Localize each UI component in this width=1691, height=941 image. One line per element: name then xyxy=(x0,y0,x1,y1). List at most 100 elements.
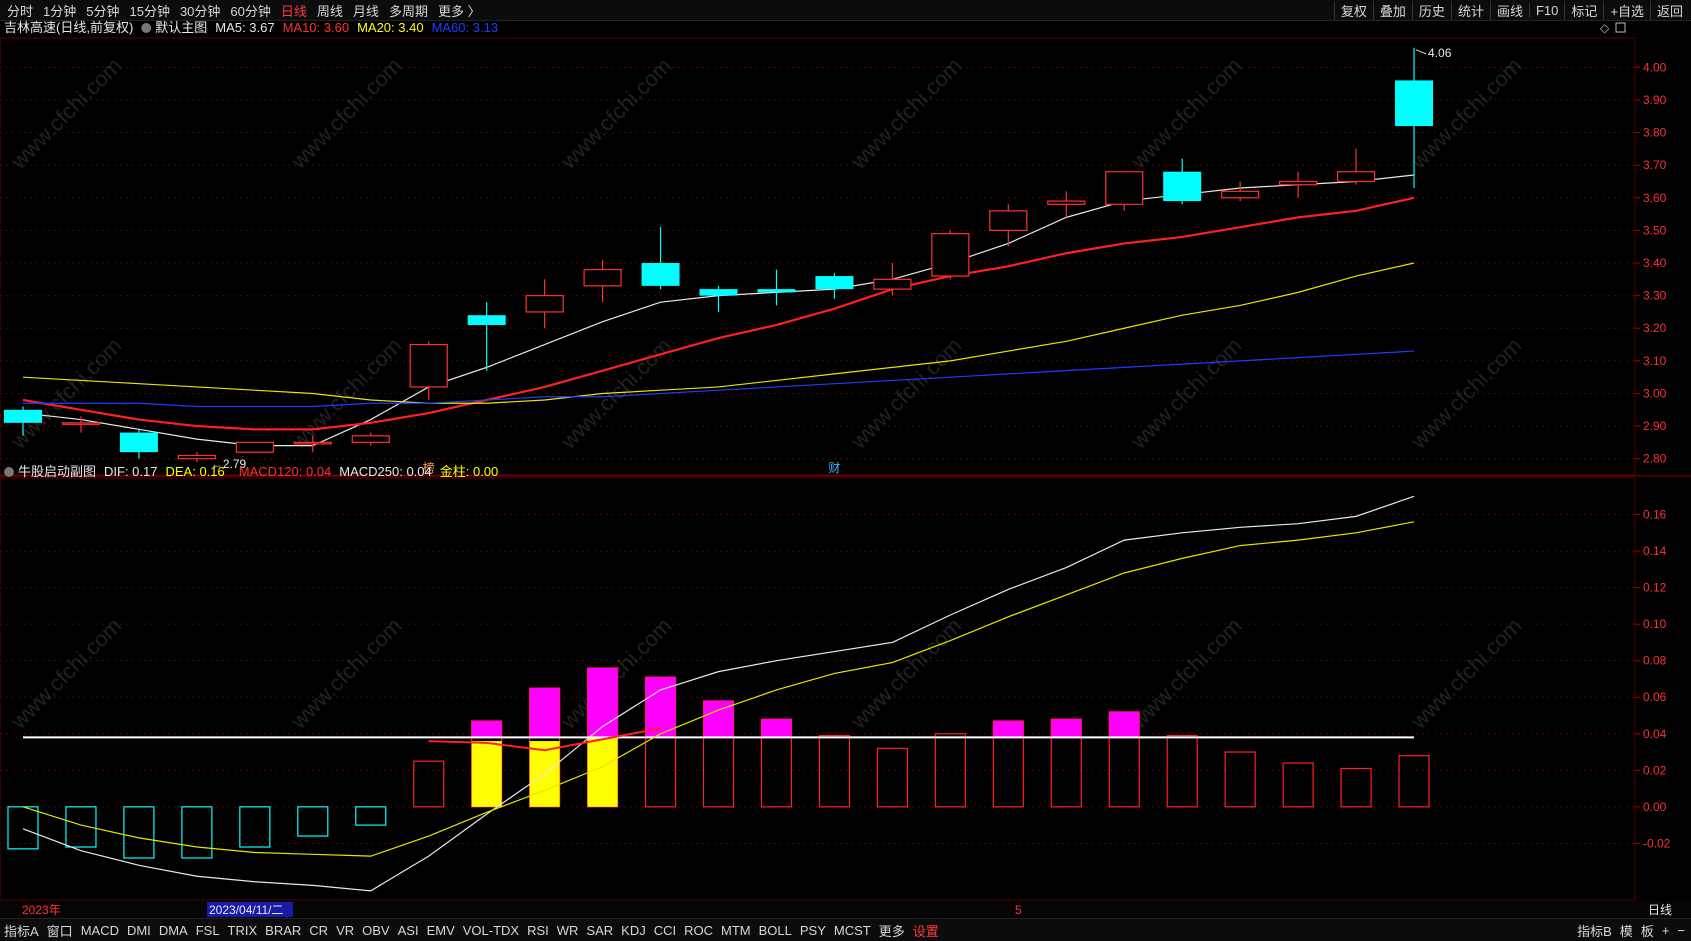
period-tab-10[interactable]: 更多 〉 xyxy=(433,1,486,20)
indicator-tab-20[interactable]: MTM xyxy=(717,923,755,938)
period-tab-2[interactable]: 5分钟 xyxy=(81,1,124,20)
indicator-tab-10[interactable]: OBV xyxy=(358,923,393,938)
period-tab-1[interactable]: 1分钟 xyxy=(38,1,81,20)
stock-chart[interactable]: 2.80 2.90 3.00 3.10 3.20 3.30 3.40 3.50 3.60 3.70… xyxy=(0,20,1691,918)
candle-body[interactable] xyxy=(293,441,332,445)
indicator-tab-24[interactable]: 更多 xyxy=(875,921,909,940)
indicator-tab-15[interactable]: WR xyxy=(553,923,583,938)
tool-button-8[interactable]: 返回 xyxy=(1649,0,1689,20)
candle-body[interactable] xyxy=(61,422,101,425)
sub-y-tick-label: 0.08 xyxy=(1643,654,1667,668)
period-tab-5[interactable]: 60分钟 xyxy=(225,1,275,20)
indicator-tab-18[interactable]: CCI xyxy=(650,923,680,938)
main-y-tick-label: 2.80 xyxy=(1643,452,1667,466)
indicator-tab-0[interactable]: 指标A xyxy=(0,921,43,940)
main-y-tick-label: 4.00 xyxy=(1643,60,1667,74)
candle-body[interactable] xyxy=(119,432,158,453)
candle-body[interactable] xyxy=(351,435,390,443)
tool-button-4[interactable]: 画线 xyxy=(1489,0,1529,20)
bottom-right-1[interactable]: 模 xyxy=(1616,921,1637,940)
macd-bar-magenta xyxy=(529,688,560,738)
period-tab-8[interactable]: 月线 xyxy=(348,1,384,20)
indicator-tab-3[interactable]: DMI xyxy=(123,923,155,938)
candle-body[interactable] xyxy=(409,343,448,388)
tool-button-1[interactable]: 叠加 xyxy=(1372,0,1412,20)
candle-body[interactable] xyxy=(931,233,970,277)
bottom-right-3[interactable]: + xyxy=(1658,923,1674,938)
candle-body[interactable] xyxy=(177,454,216,460)
candle-body[interactable] xyxy=(699,289,738,296)
indicator-tab-17[interactable]: KDJ xyxy=(617,923,650,938)
indicator-tab-23[interactable]: MCST xyxy=(830,923,875,938)
period-tab-3[interactable]: 15分钟 xyxy=(124,1,174,20)
indicator-tab-25[interactable]: 设置 xyxy=(909,921,943,940)
main-y-tick-label: 3.00 xyxy=(1643,386,1667,400)
candle-body[interactable] xyxy=(815,276,854,290)
candle-body[interactable] xyxy=(1105,171,1144,205)
candle-body[interactable] xyxy=(1163,171,1202,202)
indicator-tab-12[interactable]: EMV xyxy=(423,923,459,938)
period-tab-0[interactable]: 分时 xyxy=(2,1,38,20)
candle-body[interactable] xyxy=(467,315,506,325)
candle-body[interactable] xyxy=(4,409,42,423)
candle-body[interactable] xyxy=(1279,180,1318,186)
period-tab-6[interactable]: 日线 xyxy=(276,1,312,20)
sub-legend-item-2: MACD120: 0.04 xyxy=(239,464,332,479)
template-dropdown-icon[interactable] xyxy=(141,23,152,33)
period-tab-9[interactable]: 多周期 xyxy=(384,1,433,20)
x-axis-year-label: 2023年 xyxy=(22,903,61,917)
indicator-tab-9[interactable]: VR xyxy=(332,923,358,938)
candle-body[interactable] xyxy=(1336,171,1376,183)
indicator-tab-19[interactable]: ROC xyxy=(680,923,717,938)
candle-body[interactable] xyxy=(235,441,274,453)
indicator-tab-7[interactable]: BRAR xyxy=(261,923,305,938)
macd-bar xyxy=(1398,755,1430,808)
bottom-right-2[interactable]: 板 xyxy=(1637,921,1658,940)
indicator-tab-4[interactable]: DMA xyxy=(155,923,192,938)
period-tab-7[interactable]: 周线 xyxy=(312,1,348,20)
indicator-tab-1[interactable]: 窗口 xyxy=(43,921,77,940)
sub-dropdown-icon[interactable] xyxy=(4,467,14,477)
indicator-tab-16[interactable]: SAR xyxy=(582,923,617,938)
indicator-tab-14[interactable]: RSI xyxy=(523,923,553,938)
indicator-tab-2[interactable]: MACD xyxy=(77,923,123,938)
main-y-tick-label: 3.50 xyxy=(1643,223,1667,237)
indicator-tab-6[interactable]: TRIX xyxy=(224,923,262,938)
candle-body[interactable] xyxy=(757,289,796,293)
bottom-right-controls: 指标B 模板 + − xyxy=(1573,919,1689,941)
bottom-right-0[interactable]: 指标B xyxy=(1573,921,1616,940)
candle-body[interactable] xyxy=(873,278,912,290)
candle-body[interactable] xyxy=(989,210,1028,232)
candle-body[interactable] xyxy=(1047,200,1086,205)
watermark-text: www.cfchi.com xyxy=(285,613,406,734)
diamond-icon: ◇ xyxy=(1600,21,1610,35)
macd-bar xyxy=(1224,751,1256,808)
bottom-right-4[interactable]: − xyxy=(1673,923,1689,938)
tool-button-2[interactable]: 历史 xyxy=(1411,0,1451,20)
main-legend-item-3: MA60: 3.13 xyxy=(432,20,499,35)
tool-button-0[interactable]: 复权 xyxy=(1333,0,1373,20)
main-y-tick-label: 3.40 xyxy=(1643,256,1667,270)
watermark-text: www.cfchi.com xyxy=(5,53,126,174)
indicator-tab-8[interactable]: CR xyxy=(305,923,332,938)
tool-button-3[interactable]: 统计 xyxy=(1450,0,1490,20)
main-y-tick-label: 3.10 xyxy=(1643,354,1667,368)
tool-button-5[interactable]: F10 xyxy=(1528,2,1564,18)
indicator-tab-21[interactable]: BOLL xyxy=(755,923,796,938)
indicator-tab-22[interactable]: PSY xyxy=(796,923,830,938)
indicator-tab-5[interactable]: FSL xyxy=(192,923,224,938)
indicator-tab-13[interactable]: VOL-TDX xyxy=(459,923,523,938)
tool-button-6[interactable]: 标记 xyxy=(1564,0,1603,20)
watermark-text: www.cfchi.com xyxy=(1125,333,1246,454)
candle-body[interactable] xyxy=(641,263,680,286)
indicator-tab-11[interactable]: ASI xyxy=(394,923,423,938)
candle-body[interactable] xyxy=(583,268,622,287)
candle-body[interactable] xyxy=(525,295,564,313)
window-icon[interactable] xyxy=(1615,22,1626,33)
tool-button-7[interactable]: +自选 xyxy=(1603,0,1650,20)
candle-body[interactable] xyxy=(1221,190,1260,199)
sub-y-tick-label: 0.16 xyxy=(1643,508,1667,522)
candle-body[interactable] xyxy=(1395,80,1434,127)
period-tab-4[interactable]: 30分钟 xyxy=(175,1,225,20)
sub-legend-item-0: DIF: 0.17 xyxy=(104,464,157,479)
